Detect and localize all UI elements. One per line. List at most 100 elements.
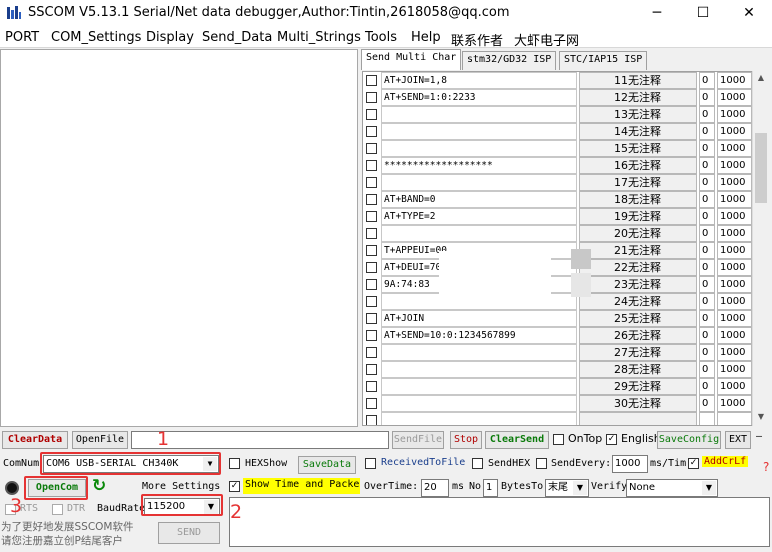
row-checkbox[interactable] — [366, 92, 377, 103]
row-command-input[interactable] — [381, 378, 577, 395]
menu-help[interactable]: Help — [411, 30, 441, 45]
row-command-input[interactable] — [381, 140, 577, 157]
row-order-input[interactable]: 0 — [699, 378, 715, 395]
row-send-button[interactable]: 20无注释 — [579, 225, 697, 242]
tab-send-multi-char[interactable]: Send Multi Char — [361, 49, 462, 70]
row-order-input[interactable]: 0 — [699, 293, 715, 310]
row-send-button[interactable]: 16无注释 — [579, 157, 697, 174]
row-checkbox[interactable] — [366, 347, 377, 358]
row-send-button[interactable]: 21无注释 — [579, 242, 697, 259]
row-command-input[interactable]: AT+JOIN=1,8 — [381, 72, 577, 89]
row-checkbox[interactable] — [366, 75, 377, 86]
row-send-button[interactable]: 15无注释 — [579, 140, 697, 157]
row-checkbox[interactable] — [366, 398, 377, 409]
dtr-checkbox[interactable] — [52, 504, 63, 515]
row-order-input[interactable] — [699, 412, 715, 425]
row-checkbox[interactable] — [366, 245, 377, 256]
row-delay-input[interactable]: 1000 — [717, 259, 752, 276]
menu-port[interactable]: PORT — [5, 30, 39, 45]
row-send-button[interactable]: 12无注释 — [579, 89, 697, 106]
row-checkbox[interactable] — [366, 364, 377, 375]
overtime-input[interactable]: 20 — [421, 479, 449, 497]
row-order-input[interactable]: 0 — [699, 89, 715, 106]
send-button[interactable]: SEND — [158, 522, 220, 544]
row-order-input[interactable]: 0 — [699, 208, 715, 225]
scroll-down-icon[interactable]: ▼ — [756, 412, 766, 421]
row-delay-input[interactable]: 1000 — [717, 361, 752, 378]
row-order-input[interactable]: 0 — [699, 123, 715, 140]
row-delay-input[interactable]: 1000 — [717, 157, 752, 174]
row-order-input[interactable]: 0 — [699, 225, 715, 242]
row-checkbox[interactable] — [366, 381, 377, 392]
send-file-button[interactable]: SendFile — [392, 431, 444, 449]
row-send-button[interactable]: 25无注释 — [579, 310, 697, 327]
row-delay-input[interactable]: 1000 — [717, 140, 752, 157]
show-time-checkbox[interactable]: ✓ — [229, 481, 240, 492]
row-send-button[interactable]: 24无注释 — [579, 293, 697, 310]
row-checkbox[interactable] — [366, 313, 377, 324]
row-delay-input[interactable]: 1000 — [717, 225, 752, 242]
received-to-file-checkbox[interactable] — [365, 458, 376, 469]
scroll-thumb[interactable] — [755, 133, 767, 203]
minimize-button[interactable]: ─ — [634, 0, 680, 26]
collapse-dash[interactable]: — — [756, 431, 762, 442]
row-checkbox[interactable] — [366, 160, 377, 171]
row-order-input[interactable]: 0 — [699, 276, 715, 293]
row-order-input[interactable]: 0 — [699, 327, 715, 344]
row-checkbox[interactable] — [366, 126, 377, 137]
hexshow-checkbox[interactable] — [229, 458, 240, 469]
menu-com-settings[interactable]: COM_Settings — [51, 30, 141, 45]
row-order-input[interactable]: 0 — [699, 174, 715, 191]
row-send-button[interactable]: 28无注释 — [579, 361, 697, 378]
save-config-button[interactable]: SaveConfig — [657, 431, 721, 449]
row-command-input[interactable] — [381, 106, 577, 123]
file-path-input[interactable] — [131, 431, 389, 449]
row-order-input[interactable]: 0 — [699, 157, 715, 174]
row-checkbox[interactable] — [366, 279, 377, 290]
menu-daxia-website[interactable]: 大虾电子网 — [514, 30, 579, 49]
vertical-scrollbar[interactable]: ▲ ▼ — [752, 71, 769, 426]
row-delay-input[interactable]: 1000 — [717, 242, 752, 259]
row-order-input[interactable]: 0 — [699, 259, 715, 276]
row-send-button[interactable]: 13无注释 — [579, 106, 697, 123]
row-checkbox[interactable] — [366, 211, 377, 222]
row-delay-input[interactable]: 1000 — [717, 89, 752, 106]
maximize-button[interactable]: ☐ — [680, 0, 726, 26]
row-checkbox[interactable] — [366, 262, 377, 273]
row-order-input[interactable]: 0 — [699, 72, 715, 89]
open-file-button[interactable]: OpenFile — [72, 431, 128, 449]
tab-stm32-isp[interactable]: stm32/GD32 ISP — [462, 51, 557, 70]
row-checkbox[interactable] — [366, 330, 377, 341]
row-command-input[interactable]: AT+SEND=1:0:2233 — [381, 89, 577, 106]
clear-send-button[interactable]: ClearSend — [485, 431, 549, 449]
row-command-input[interactable] — [381, 395, 577, 412]
row-send-button[interactable]: 27无注释 — [579, 344, 697, 361]
row-delay-input[interactable]: 1000 — [717, 123, 752, 140]
row-command-input[interactable] — [381, 123, 577, 140]
more-settings-label[interactable]: More Settings — [142, 481, 220, 492]
row-order-input[interactable]: 0 — [699, 344, 715, 361]
row-delay-input[interactable]: 1000 — [717, 395, 752, 412]
no-input[interactable]: 1 — [483, 479, 498, 497]
row-command-input[interactable]: ******************* — [381, 157, 577, 174]
send-every-input[interactable]: 1000 — [612, 455, 648, 473]
row-delay-input[interactable]: 1000 — [717, 310, 752, 327]
on-top-checkbox[interactable] — [553, 434, 564, 445]
receive-area[interactable] — [0, 49, 358, 427]
row-command-input[interactable]: AT+SEND=10:0:1234567899 — [381, 327, 577, 344]
row-command-input[interactable]: AT+TYPE=2 — [381, 208, 577, 225]
row-order-input[interactable]: 0 — [699, 242, 715, 259]
row-order-input[interactable]: 0 — [699, 395, 715, 412]
send-text-input[interactable] — [229, 497, 770, 547]
row-send-button[interactable]: 11无注释 — [579, 72, 697, 89]
close-button[interactable]: ✕ — [726, 0, 772, 26]
send-every-checkbox[interactable] — [536, 458, 547, 469]
row-command-input[interactable]: AT+JOIN — [381, 310, 577, 327]
row-delay-input[interactable]: 1000 — [717, 72, 752, 89]
row-send-button[interactable]: 29无注释 — [579, 378, 697, 395]
row-delay-input[interactable]: 1000 — [717, 174, 752, 191]
row-order-input[interactable]: 0 — [699, 361, 715, 378]
row-send-button[interactable]: 17无注释 — [579, 174, 697, 191]
row-checkbox[interactable] — [366, 194, 377, 205]
send-hex-checkbox[interactable] — [472, 458, 483, 469]
